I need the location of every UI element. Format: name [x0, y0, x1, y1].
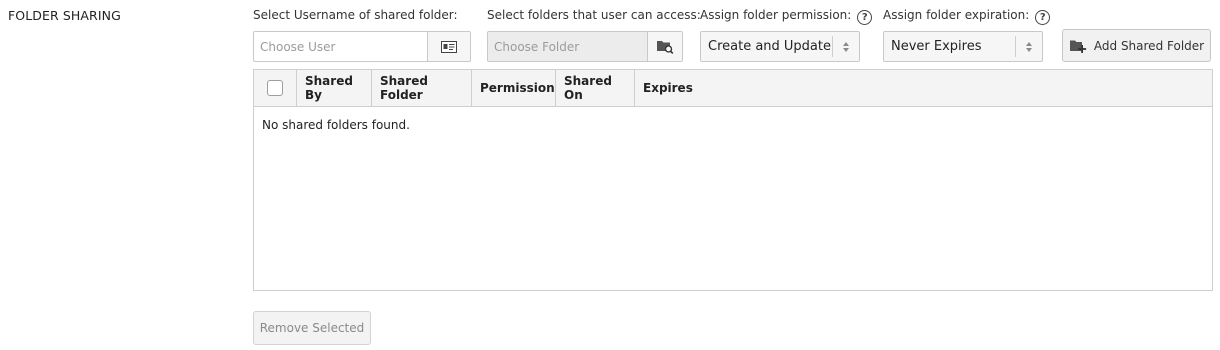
contact-card-icon: [441, 40, 457, 53]
permission-select[interactable]: Create and Update: [700, 31, 860, 62]
expiration-selected-value: Never Expires: [891, 39, 982, 54]
expiration-label-row: Assign folder expiration:?: [883, 8, 1051, 25]
folder-plus-icon: [1069, 40, 1086, 53]
table-header: Shared By Shared Folder Permission Share…: [254, 70, 1212, 107]
select-arrows-icon: [832, 36, 859, 57]
empty-table-message: No shared folders found.: [262, 118, 410, 132]
column-header[interactable]: Permission: [472, 70, 556, 106]
column-header[interactable]: Shared On: [556, 70, 635, 106]
remove-selected-label: Remove Selected: [259, 321, 365, 335]
add-shared-folder-button[interactable]: Add Shared Folder: [1062, 29, 1211, 62]
choose-folder-input[interactable]: [488, 32, 648, 61]
permission-label-row: Assign folder permission:?: [700, 8, 873, 25]
expiration-select[interactable]: Never Expires: [883, 31, 1043, 62]
folder-lookup-button[interactable]: [647, 32, 682, 61]
shared-folders-table: Shared By Shared Folder Permission Share…: [253, 69, 1213, 291]
folder-search-icon: [657, 41, 674, 54]
column-header[interactable]: Expires: [635, 70, 1212, 106]
remove-selected-button[interactable]: Remove Selected: [253, 311, 371, 345]
select-all-cell: [254, 70, 297, 106]
user-lookup-button[interactable]: [427, 32, 470, 61]
expiration-label: Assign folder expiration:: [883, 8, 1030, 22]
select-arrows-icon: [1015, 36, 1042, 57]
select-all-checkbox[interactable]: [267, 80, 283, 96]
folder-picker-label: Select folders that user can access:: [487, 8, 701, 22]
choose-user-input[interactable]: [254, 32, 428, 61]
folder-picker: [487, 31, 683, 62]
add-shared-folder-label: Add Shared Folder: [1093, 38, 1205, 53]
section-title: FOLDER SHARING: [8, 8, 121, 23]
permission-label: Assign folder permission:: [700, 8, 852, 22]
question-circle-icon[interactable]: ?: [857, 10, 873, 25]
user-picker: [253, 31, 471, 62]
user-picker-label: Select Username of shared folder:: [253, 8, 458, 22]
permission-selected-value: Create and Update: [708, 39, 831, 54]
question-circle-icon[interactable]: ?: [1035, 10, 1051, 25]
column-header[interactable]: Shared Folder: [372, 70, 472, 106]
column-header[interactable]: Shared By: [297, 70, 372, 106]
